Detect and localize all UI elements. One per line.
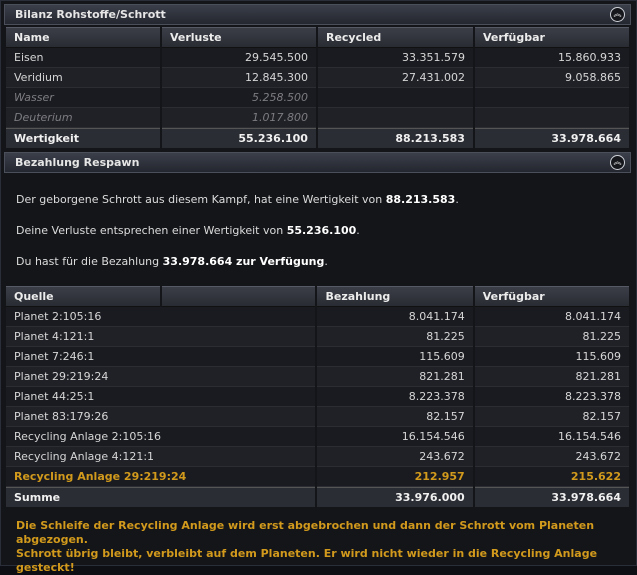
scrap-value-text: Der geborgene Schrott aus diesem Kampf, …: [16, 193, 459, 206]
chevron-double-up-icon[interactable]: ︽: [610, 7, 625, 22]
table-row: Planet 2:105:16 8.041.174 8.041.174: [6, 307, 629, 327]
text: Du hast für die Bezahlung: [16, 255, 160, 268]
bilanz-panel-header[interactable]: Bilanz Rohstoffe/Schrott ︽: [4, 4, 631, 25]
cell-recycled: [317, 108, 473, 128]
table-row: Eisen 29.545.500 33.351.579 15.860.933: [6, 48, 629, 68]
cell-verfuegbar: 243.672: [474, 447, 629, 467]
cell-quelle: Planet 83:179:26: [6, 407, 316, 427]
cell-bezahlung: 81.225: [317, 327, 473, 347]
text-end: .: [324, 255, 328, 268]
cell-verfuegbar: 215.622: [474, 467, 629, 487]
cell-name: Eisen: [6, 48, 160, 68]
cell-bezahlung: 82.157: [317, 407, 473, 427]
cell-verfuegbar: 82.157: [474, 407, 629, 427]
col-empty: [161, 286, 316, 307]
cell-verluste: 1.017.800: [161, 108, 316, 128]
text: Der geborgene Schrott aus diesem Kampf, …: [16, 193, 383, 206]
cell-name: Veridium: [6, 68, 160, 88]
cell-verluste: 12.845.300: [161, 68, 316, 88]
warning-line-1: Die Schleife der Recycling Anlage wird e…: [16, 519, 595, 546]
col-name: Name: [6, 27, 160, 48]
cell-quelle: Planet 29:219:24: [6, 367, 316, 387]
table-row: Planet 4:121:1 81.225 81.225: [6, 327, 629, 347]
table-row: Recycling Anlage 2:105:16 16.154.546 16.…: [6, 427, 629, 447]
cell-recycled: 88.213.583: [317, 128, 473, 148]
col-verfuegbar: Verfügbar: [474, 286, 629, 307]
cell-recycled: 27.431.002: [317, 68, 473, 88]
cell-verfuegbar: 81.225: [474, 327, 629, 347]
cell-name: Deuterium: [6, 108, 160, 128]
table-row: Planet 7:246:1 115.609 115.609: [6, 347, 629, 367]
cell-bezahlung: 115.609: [317, 347, 473, 367]
warning-line-2: Schrott übrig bleibt, verbleibt auf dem …: [16, 547, 598, 574]
value: 33.978.664 zur Verfügung: [162, 255, 325, 268]
bezahlung-table: Quelle Bezahlung Verfügbar Planet 2:105:…: [4, 286, 631, 507]
cell-bezahlung: 243.672: [317, 447, 473, 467]
text-end: .: [356, 224, 360, 237]
total-row: Wertigkeit 55.236.100 88.213.583 33.978.…: [6, 128, 629, 148]
cell-quelle: Planet 4:121:1: [6, 327, 316, 347]
cell-quelle: Planet 2:105:16: [6, 307, 316, 327]
cell-recycled: 33.351.579: [317, 48, 473, 68]
bezahlung-panel-header[interactable]: Bezahlung Respawn ︽: [4, 152, 631, 173]
cell-verfuegbar: 8.223.378: [474, 387, 629, 407]
cell-bezahlung: 212.957: [317, 467, 473, 487]
value: 55.236.100: [286, 224, 357, 237]
cell-quelle: Summe: [6, 487, 316, 507]
text-end: .: [455, 193, 459, 206]
cell-bezahlung: 8.041.174: [317, 307, 473, 327]
cell-verfuegbar: [474, 108, 629, 128]
col-recycled: Recycled: [317, 27, 473, 48]
cell-bezahlung: 8.223.378: [317, 387, 473, 407]
cell-verluste: 29.545.500: [161, 48, 316, 68]
bilanz-table: Name Verluste Recycled Verfügbar Eisen 2…: [4, 27, 631, 148]
cell-verluste: 55.236.100: [161, 128, 316, 148]
col-verluste: Verluste: [161, 27, 316, 48]
cell-recycled: [317, 88, 473, 108]
bilanz-title: Bilanz Rohstoffe/Schrott: [15, 8, 166, 21]
bezahlung-title: Bezahlung Respawn: [15, 156, 140, 169]
cell-verfuegbar: [474, 88, 629, 108]
cell-bezahlung: 16.154.546: [317, 427, 473, 447]
table-row: Veridium 12.845.300 27.431.002 9.058.865: [6, 68, 629, 88]
cell-verfuegbar: 821.281: [474, 367, 629, 387]
col-bezahlung: Bezahlung: [317, 286, 473, 307]
cell-quelle: Planet 44:25:1: [6, 387, 316, 407]
cell-verfuegbar: 9.058.865: [474, 68, 629, 88]
table-row: Deuterium 1.017.800: [6, 108, 629, 128]
table-row: Recycling Anlage 4:121:1 243.672 243.672: [6, 447, 629, 467]
cell-verfuegbar: 8.041.174: [474, 307, 629, 327]
cell-name: Wertigkeit: [6, 128, 160, 148]
cell-verfuegbar: 33.978.664: [474, 487, 629, 507]
text: Deine Verluste entsprechen einer Wertigk…: [16, 224, 284, 237]
cell-verfuegbar: 16.154.546: [474, 427, 629, 447]
table-row: Planet 29:219:24 821.281 821.281: [6, 367, 629, 387]
cell-quelle: Recycling Anlage 4:121:1: [6, 447, 316, 467]
losses-value-text: Deine Verluste entsprechen einer Wertigk…: [16, 224, 360, 237]
cell-verfuegbar: 115.609: [474, 347, 629, 367]
cell-name: Wasser: [6, 88, 160, 108]
cell-bezahlung: 33.976.000: [317, 487, 473, 507]
table-row: Planet 44:25:1 8.223.378 8.223.378: [6, 387, 629, 407]
available-payment-text: Du hast für die Bezahlung 33.978.664 zur…: [16, 255, 328, 268]
total-row: Summe 33.976.000 33.978.664: [6, 487, 629, 507]
table-row: Wasser 5.258.500: [6, 88, 629, 108]
col-quelle: Quelle: [6, 286, 160, 307]
warning-text: Die Schleife der Recycling Anlage wird e…: [16, 519, 616, 575]
cell-bezahlung: 821.281: [317, 367, 473, 387]
cell-quelle: Recycling Anlage 2:105:16: [6, 427, 316, 447]
bezahlung-header-row: Quelle Bezahlung Verfügbar: [6, 286, 629, 307]
cell-verluste: 5.258.500: [161, 88, 316, 108]
table-row-highlighted: Recycling Anlage 29:219:24 212.957 215.6…: [6, 467, 629, 487]
cell-verfuegbar: 33.978.664: [474, 128, 629, 148]
col-verfuegbar: Verfügbar: [474, 27, 629, 48]
value: 88.213.583: [385, 193, 456, 206]
cell-verfuegbar: 15.860.933: [474, 48, 629, 68]
table-row: Planet 83:179:26 82.157 82.157: [6, 407, 629, 427]
bilanz-header-row: Name Verluste Recycled Verfügbar: [6, 27, 629, 48]
cell-quelle: Recycling Anlage 29:219:24: [6, 467, 316, 487]
cell-quelle: Planet 7:246:1: [6, 347, 316, 367]
chevron-double-up-icon[interactable]: ︽: [610, 155, 625, 170]
